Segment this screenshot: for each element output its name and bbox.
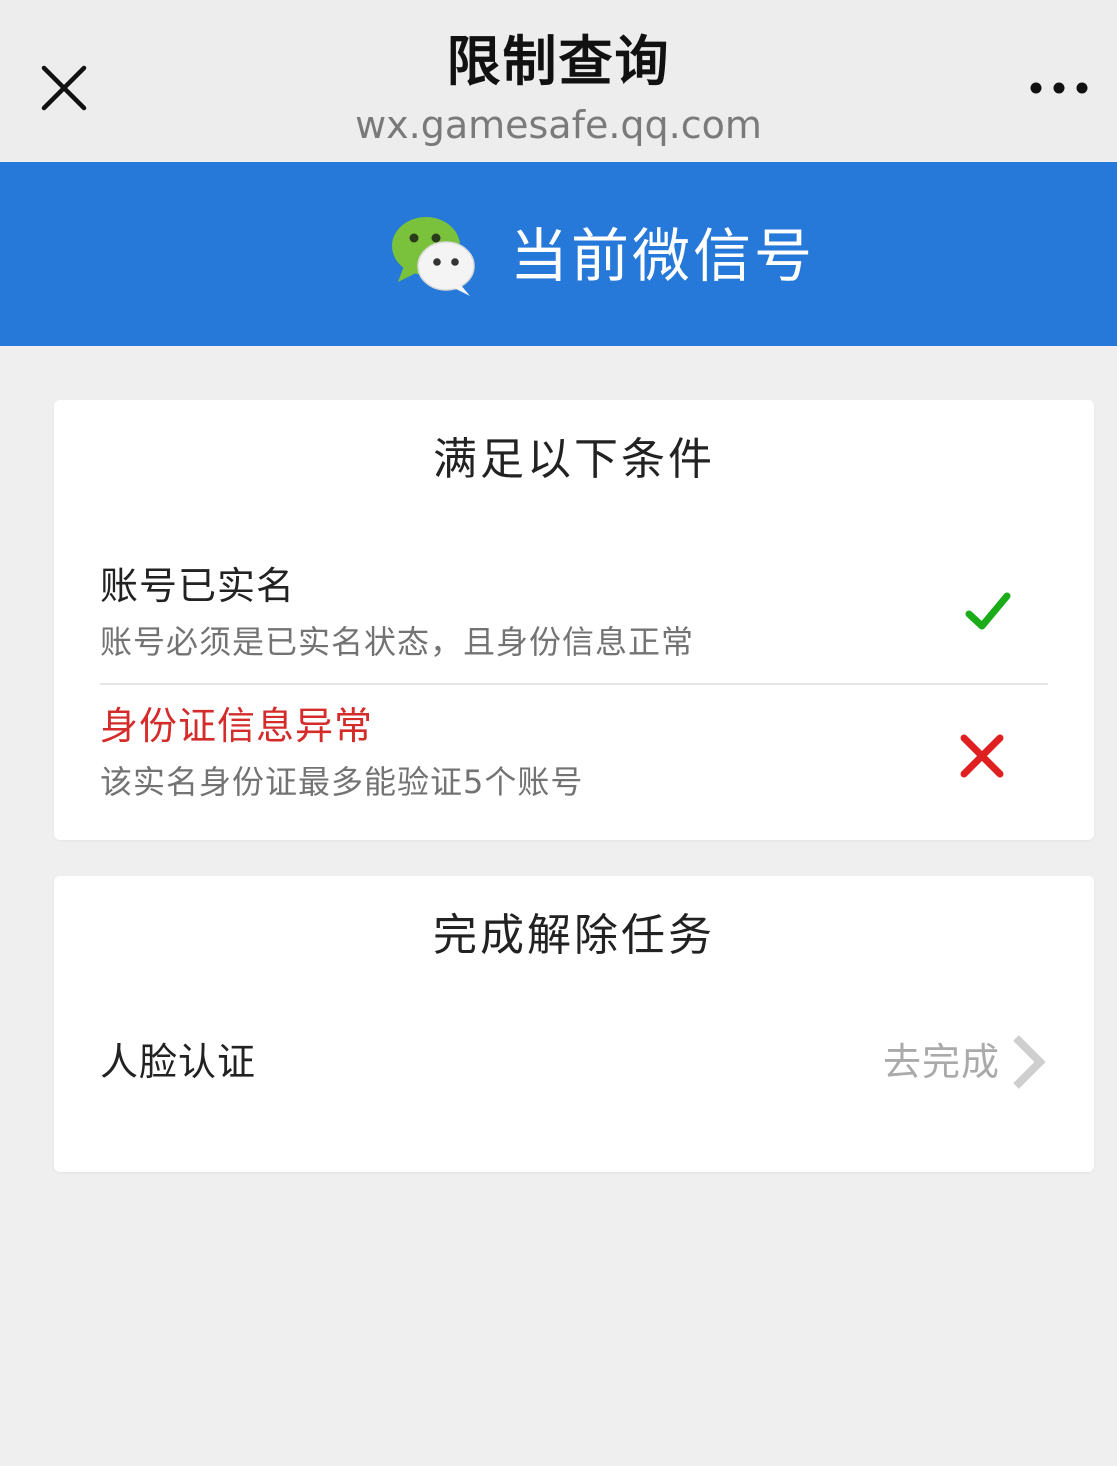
- cross-icon: [960, 734, 1004, 778]
- task-item-face-verification: 人脸认证 去完成: [100, 1028, 1048, 1096]
- condition-item-real-name: 账号已实名 账号必须是已实名状态，且身份信息正常: [100, 560, 1048, 670]
- account-title: 当前微信号: [510, 222, 816, 290]
- task-label: 人脸认证: [100, 1040, 257, 1084]
- conditions-card: 满足以下条件 账号已实名 账号必须是已实名状态，且身份信息正常 身份证信息异常 …: [54, 400, 1094, 840]
- tasks-title: 完成解除任务: [433, 910, 715, 961]
- wechat-logo-icon: [392, 217, 475, 296]
- check-icon: [965, 592, 1011, 630]
- condition-title: 身份证信息异常: [100, 704, 374, 748]
- chevron-right-icon: [1013, 1035, 1046, 1089]
- more-button[interactable]: [1020, 66, 1100, 110]
- tasks-card: 完成解除任务 人脸认证 去完成: [54, 876, 1094, 1172]
- top-nav-bar: 限制查询 wx.gamesafe.qq.com: [0, 0, 1117, 162]
- condition-item-id-abnormal: 身份证信息异常 该实名身份证最多能验证5个账号: [100, 700, 1048, 810]
- divider: [100, 683, 1048, 685]
- go-complete-label: 去完成: [882, 1040, 1000, 1084]
- go-complete-button[interactable]: 去完成: [848, 1028, 1048, 1096]
- condition-description: 该实名身份证最多能验证5个账号: [100, 763, 584, 801]
- condition-title: 账号已实名: [100, 564, 296, 608]
- condition-description: 账号必须是已实名状态，且身份信息正常: [100, 623, 695, 661]
- page-title: 限制查询: [446, 30, 671, 93]
- conditions-title: 满足以下条件: [433, 434, 715, 485]
- account-header: 当前微信号: [0, 162, 1117, 346]
- more-icon: [1030, 82, 1088, 94]
- page-url: wx.gamesafe.qq.com: [355, 103, 762, 147]
